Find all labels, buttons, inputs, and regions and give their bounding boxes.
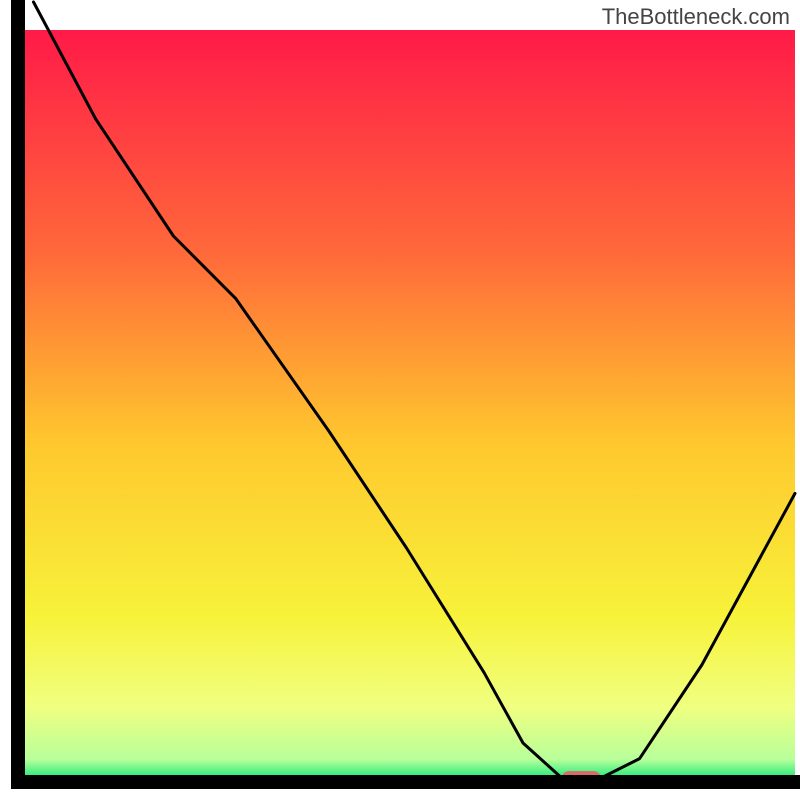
chart-plot xyxy=(0,0,800,800)
bottleneck-chart: TheBottleneck.com xyxy=(0,0,800,800)
gradient-background xyxy=(18,30,795,782)
watermark-text: TheBottleneck.com xyxy=(602,4,790,30)
